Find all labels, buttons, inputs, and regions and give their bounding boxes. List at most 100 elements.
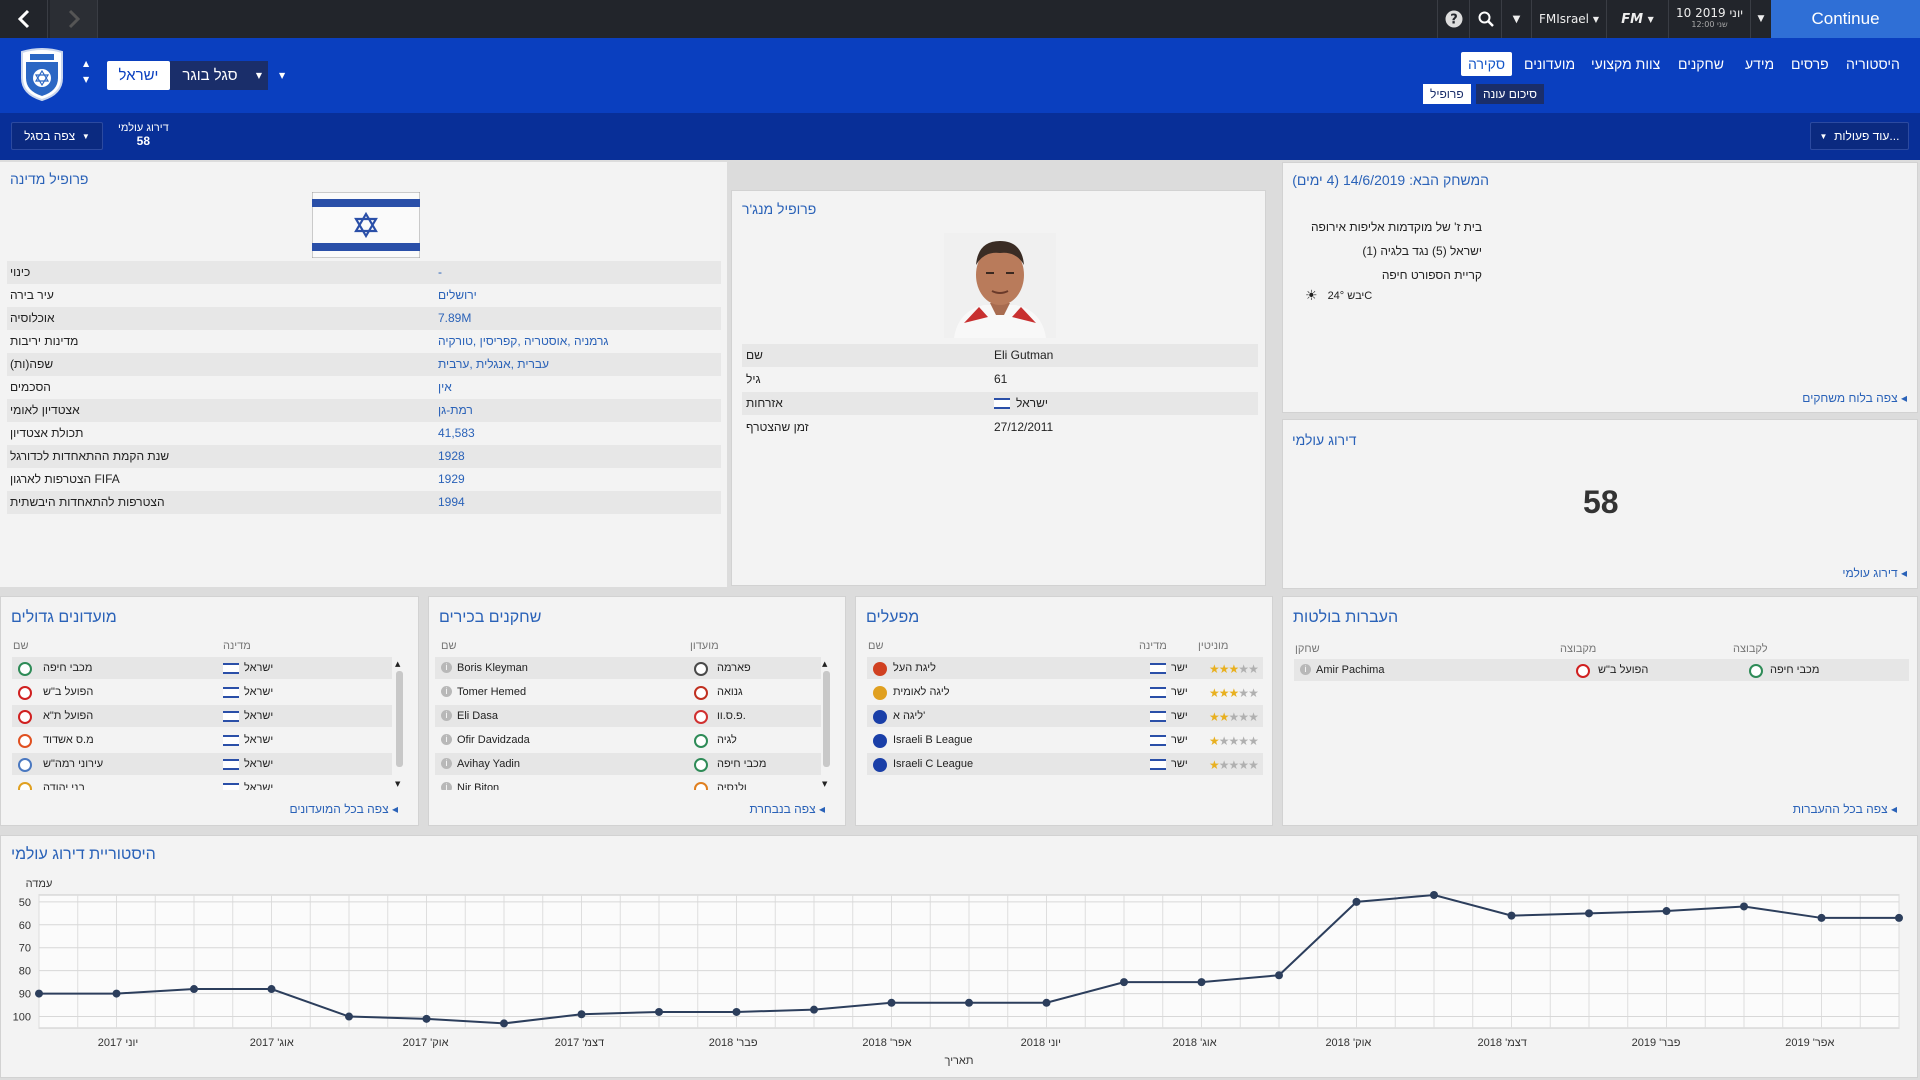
col-name[interactable]: שם: [441, 640, 457, 652]
more-actions-button[interactable]: ▼ עוד פעולות...: [1810, 122, 1909, 150]
arrow-up-icon[interactable]: ▲: [83, 56, 89, 72]
row-value[interactable]: אין: [438, 380, 452, 394]
scroll-down-icon[interactable]: ▼: [395, 780, 400, 788]
players-title[interactable]: שחקנים בכירים: [439, 609, 541, 627]
club-nation[interactable]: ישראל: [244, 710, 273, 722]
world-rank-link[interactable]: ◂ דירוג עולמי: [1842, 566, 1907, 580]
player-club[interactable]: לגיה: [717, 734, 737, 746]
col-nation[interactable]: מדינה: [223, 640, 251, 652]
row-value[interactable]: 7.89M: [438, 311, 471, 325]
continue-button[interactable]: Continue: [1771, 0, 1920, 38]
scroll-down-icon[interactable]: ▼: [822, 780, 827, 788]
table-row[interactable]: הפועל ת"א ישראל: [12, 705, 392, 727]
table-row[interactable]: Israeli B League ישר ★★★★★: [867, 729, 1263, 751]
clubs-list[interactable]: מכבי חיפה ישראל הפועל ב"ש ישראל הפועל ת"א ישר…: [12, 657, 392, 790]
clubs-scrollbar[interactable]: [396, 671, 403, 767]
table-row[interactable]: מכבי חיפה הפועל ב"ש i Amir Pachima: [1294, 659, 1909, 681]
table-row[interactable]: מכבי חיפה ישראל: [12, 657, 392, 679]
help-button[interactable]: ?: [1437, 0, 1469, 38]
squad-dropdown[interactable]: ▼: [250, 61, 268, 90]
competition-nation[interactable]: ישר: [1171, 710, 1188, 722]
tab-history[interactable]: היסטוריה: [1839, 52, 1907, 76]
competitions-title[interactable]: מפעלים: [866, 609, 919, 627]
competition-name[interactable]: Israeli B League: [893, 734, 973, 746]
table-row[interactable]: i Boris Kleyman פארמה: [435, 657, 821, 679]
back-button[interactable]: [0, 0, 48, 38]
info-icon[interactable]: i: [1300, 664, 1311, 675]
info-icon[interactable]: i: [441, 686, 452, 697]
player-name[interactable]: Tomer Hemed: [457, 686, 526, 698]
table-row[interactable]: ליגה א' ישר ★★★★★: [867, 705, 1263, 727]
player-name[interactable]: Nir Biton: [457, 782, 499, 790]
competition-nation[interactable]: ישר: [1171, 662, 1188, 674]
info-icon[interactable]: i: [441, 758, 452, 769]
table-row[interactable]: עירוני רמה"ש ישראל: [12, 753, 392, 775]
chevron-down-icon[interactable]: ▼: [279, 71, 285, 80]
player-club[interactable]: ולנסיה: [717, 782, 747, 790]
info-icon[interactable]: i: [441, 710, 452, 721]
next-match-title[interactable]: המשחק הבא: 14/6/2019 (4 ימים): [1292, 172, 1489, 188]
squad-selector[interactable]: סגל בוגר: [170, 61, 250, 90]
row-value[interactable]: Eli Gutman: [994, 348, 1053, 362]
competition-name[interactable]: ליגה לאומית: [893, 686, 950, 698]
world-rank-title[interactable]: דירוג עולמי: [1292, 432, 1357, 448]
team-switch-arrows[interactable]: ▲ ▼: [83, 56, 89, 88]
table-row[interactable]: i Nir Biton ולנסיה: [435, 777, 821, 790]
player-club[interactable]: מכבי חיפה: [717, 758, 766, 770]
tab-staff[interactable]: צוות מקצועי: [1584, 52, 1667, 76]
row-value[interactable]: ירושלים: [438, 288, 477, 302]
manager-profile-title[interactable]: פרופיל מנג'ר: [742, 201, 816, 217]
info-icon[interactable]: i: [441, 662, 452, 673]
club-name[interactable]: הפועל ב"ש: [43, 686, 93, 698]
competition-nation[interactable]: ישר: [1171, 758, 1188, 770]
arrow-down-icon[interactable]: ▼: [83, 72, 89, 88]
info-icon[interactable]: i: [441, 734, 452, 745]
fm-menu[interactable]: FM ▼: [1606, 0, 1668, 38]
row-value[interactable]: 1928: [438, 449, 465, 463]
transfer-to[interactable]: מכבי חיפה: [1770, 664, 1819, 676]
view-transfers-link[interactable]: ◂ צפה בכל ההעברות: [1793, 802, 1897, 816]
club-nation[interactable]: ישראל: [244, 782, 273, 790]
table-row[interactable]: i Ofir Davidzada לגיה: [435, 729, 821, 751]
club-nation[interactable]: ישראל: [244, 758, 273, 770]
subtab-profile[interactable]: פרופיל: [1423, 84, 1471, 104]
team-selector[interactable]: ישראל: [107, 61, 170, 90]
table-row[interactable]: ליגה לאומית ישר ★★★★★: [867, 681, 1263, 703]
subtab-season-summary[interactable]: סיכום עונה: [1476, 84, 1545, 104]
row-value[interactable]: 41,583: [438, 426, 475, 440]
date-dropdown[interactable]: ▼: [1750, 0, 1771, 38]
col-reputation[interactable]: מוניטין: [1198, 640, 1228, 652]
table-row[interactable]: i Avihay Yadin מכבי חיפה: [435, 753, 821, 775]
club-nation[interactable]: ישראל: [244, 734, 273, 746]
table-row[interactable]: מ.ס אשדוד ישראל: [12, 729, 392, 751]
competition-nation[interactable]: ישר: [1171, 686, 1188, 698]
competition-name[interactable]: ליגת העל: [893, 662, 936, 674]
competition-name[interactable]: ליגה א': [893, 710, 925, 722]
player-name[interactable]: Ofir Davidzada: [457, 734, 530, 746]
clubs-title[interactable]: מועדונים גדולים: [11, 609, 117, 627]
tab-overview[interactable]: סקירה: [1461, 52, 1513, 76]
club-name[interactable]: הפועל ת"א: [43, 710, 93, 722]
table-row[interactable]: i Tomer Hemed גנואה: [435, 681, 821, 703]
tab-players[interactable]: שחקנים: [1671, 52, 1731, 76]
club-nation[interactable]: ישראל: [244, 686, 273, 698]
row-value[interactable]: ישראל: [1016, 396, 1048, 410]
row-value[interactable]: 1994: [438, 495, 465, 509]
table-row[interactable]: ליגת העל ישר ★★★★★: [867, 657, 1263, 679]
players-list[interactable]: i Boris Kleyman פארמה i Tomer Hemed גנואה i Eli…: [435, 657, 828, 790]
competition-nation[interactable]: ישר: [1171, 734, 1188, 746]
manager-menu[interactable]: FMIsrael ▼: [1531, 0, 1606, 38]
transfer-from[interactable]: הפועל ב"ש: [1598, 664, 1648, 676]
view-clubs-link[interactable]: ◂ צפה בכל המועדונים: [289, 802, 398, 816]
col-name[interactable]: שם: [868, 640, 884, 652]
transfer-player[interactable]: Amir Pachima: [1316, 664, 1384, 676]
search-button[interactable]: [1469, 0, 1501, 38]
col-club[interactable]: מועדון: [690, 640, 719, 652]
tab-clubs[interactable]: מועדונים: [1517, 52, 1582, 76]
table-row[interactable]: בני יהודה ישראל: [12, 777, 392, 790]
view-squad-button[interactable]: צפה בסגל ▼: [11, 122, 103, 150]
row-value[interactable]: רמת-גן: [438, 403, 473, 417]
tab-info[interactable]: מידע: [1738, 52, 1781, 76]
scroll-up-icon[interactable]: ▲: [822, 660, 827, 668]
view-fixtures-link[interactable]: ◂ צפה בלוח משחקים: [1802, 391, 1907, 405]
